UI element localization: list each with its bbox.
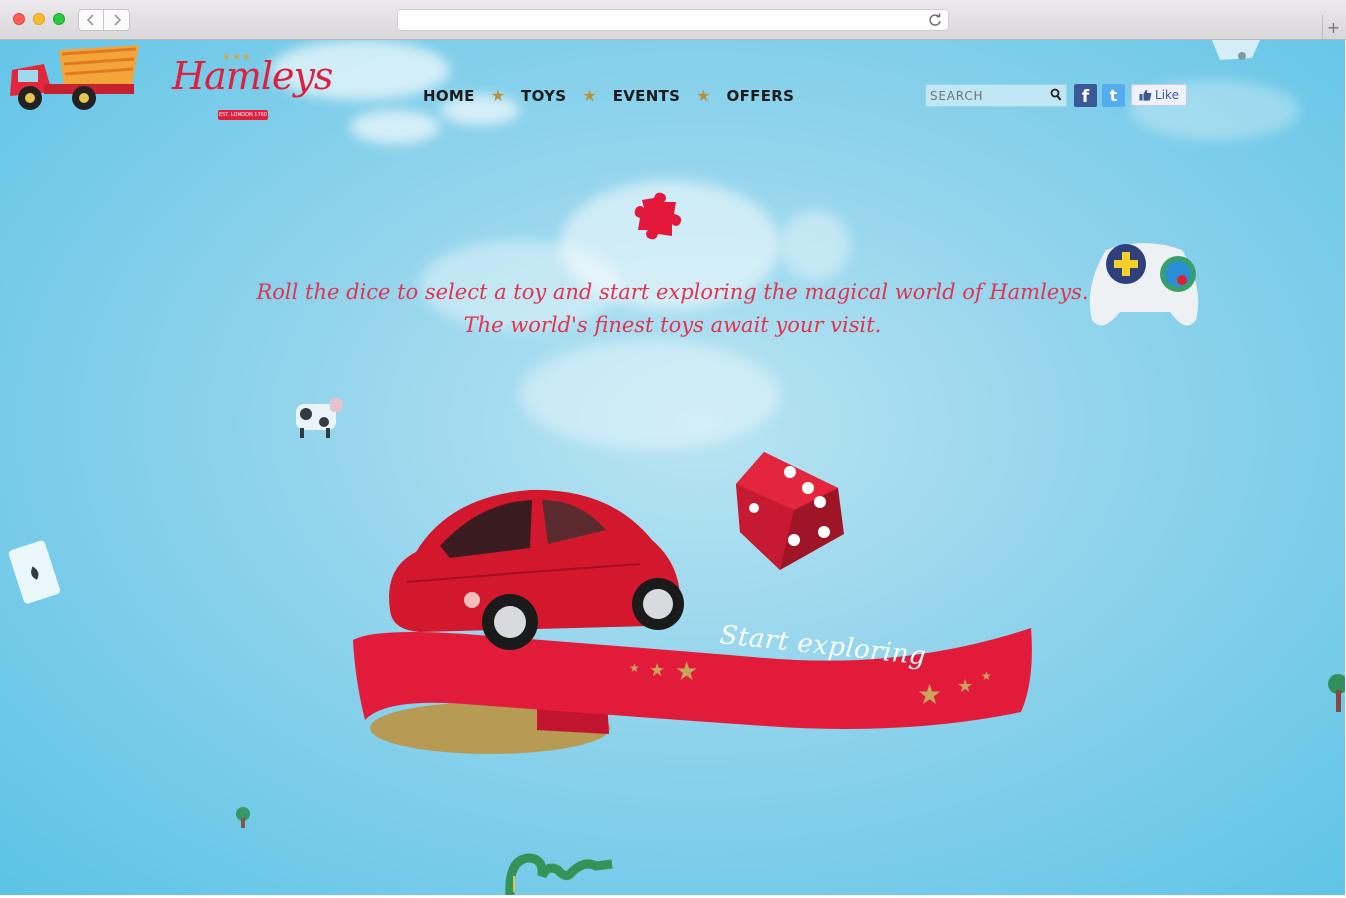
nav-offers[interactable]: OFFERS [727, 87, 795, 105]
cloud [780, 210, 850, 280]
like-thumb-icon [1139, 89, 1152, 101]
svg-text:★: ★ [981, 669, 992, 683]
hero-tagline-line2: The world's finest toys await your visit… [463, 313, 882, 337]
hero-tagline-line1: Roll the dice to select a toy and start … [256, 280, 1089, 304]
red-dice-image[interactable] [734, 448, 848, 574]
back-arrow-icon [87, 14, 94, 26]
logo-ribbon: EST. LONDON 1760 [218, 110, 268, 120]
facebook-icon[interactable]: f [1074, 84, 1097, 107]
green-dragon-toy-image [505, 853, 613, 895]
facebook-like-button[interactable]: Like [1131, 84, 1187, 106]
small-tree-image [236, 807, 250, 828]
red-puzzle-piece-image [634, 192, 682, 240]
svg-text:★: ★ [629, 661, 640, 675]
new-tab-button[interactable]: + [1322, 15, 1344, 39]
close-window-button[interactable] [13, 13, 25, 25]
cloud [520, 340, 780, 450]
logo-text: Hamleys [172, 54, 333, 98]
nav-toys[interactable]: TOYS [521, 87, 566, 105]
like-label: Like [1155, 88, 1179, 102]
svg-text:★: ★ [957, 676, 973, 697]
cow-toy-image [296, 398, 342, 438]
toy-truck-image [10, 45, 139, 110]
address-bar[interactable] [397, 9, 949, 31]
browser-chrome: + [0, 0, 1346, 40]
search-input[interactable] [930, 87, 1050, 104]
forward-arrow-icon [113, 14, 121, 26]
zoom-window-button[interactable] [53, 13, 65, 25]
search-icon[interactable] [1050, 88, 1062, 102]
svg-text:★: ★ [917, 678, 942, 711]
nav-home[interactable]: HOME [423, 87, 475, 105]
page-viewport: ★★★ Hamleys EST. LONDON 1760 HOME ★ TOYS… [0, 40, 1345, 895]
forward-button[interactable] [104, 9, 130, 31]
back-button[interactable] [78, 9, 104, 31]
nav-star-icon: ★ [582, 86, 597, 105]
edge-tree-image [1328, 674, 1345, 712]
svg-text:★: ★ [649, 660, 665, 681]
search-box [925, 84, 1067, 107]
hamleys-logo[interactable]: ★★★ Hamleys EST. LONDON 1760 [172, 52, 333, 132]
reload-icon[interactable] [928, 12, 942, 28]
red-car-image [389, 489, 684, 650]
minimize-window-button[interactable] [33, 13, 45, 25]
nav-star-icon: ★ [490, 86, 506, 105]
nav-star-icon: ★ [696, 86, 711, 105]
top-right-toy-image [1212, 40, 1260, 60]
main-nav: HOME ★ TOYS ★ EVENTS ★ OFFERS [423, 86, 794, 105]
svg-text:★: ★ [675, 657, 698, 687]
twitter-icon[interactable]: t [1102, 84, 1125, 107]
playing-card-image [8, 540, 61, 604]
cloud [350, 110, 440, 144]
nav-events[interactable]: EVENTS [613, 87, 681, 105]
